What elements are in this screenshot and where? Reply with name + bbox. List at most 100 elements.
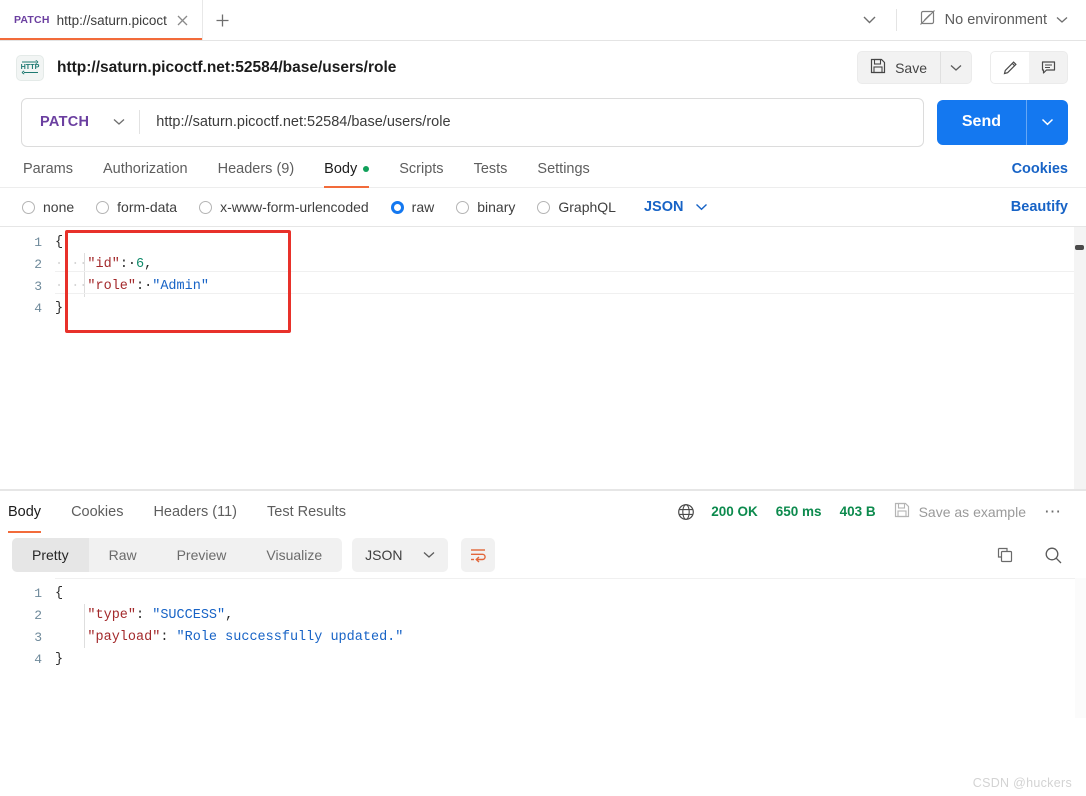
code-text: ····"role":·"Admin" [55,278,209,294]
response-time: 650 ms [775,504,822,519]
radio-button[interactable] [96,200,110,214]
request-tab-headers-9[interactable]: Headers (9) [203,150,310,188]
body-type-option-label: x-www-form-urlencoded [220,199,369,215]
body-modified-indicator [363,165,370,172]
editor-scrollbar-thumb[interactable] [1075,245,1084,250]
chevron-down-icon[interactable] [1056,11,1068,29]
word-wrap-icon[interactable] [460,538,495,572]
watermark: CSDN @huckers [972,776,1072,790]
request-body-code[interactable]: 1{2 ····"id":·6, 3 ····"role":·"Admin" 4} [0,227,1086,319]
response-view-mode-raw[interactable]: Raw [89,538,157,572]
comment-icon[interactable] [1029,52,1067,83]
save-as-example-label: Save as example [918,503,1026,520]
globe-icon[interactable] [677,503,695,521]
code-line[interactable]: 4} [0,648,1086,670]
radio-button[interactable] [22,200,35,214]
save-button[interactable]: Save [858,52,940,83]
line-separator [55,271,1086,272]
url-input[interactable]: http://saturn.picoctf.net:52584/base/use… [140,114,923,130]
request-title-row: HTTP http://saturn.picoctf.net:52584/bas… [0,41,1086,94]
body-type-option-form-data[interactable]: form-data [96,199,177,215]
chevron-down-icon[interactable] [423,546,435,564]
editor-scrollbar-track[interactable] [1074,227,1086,489]
request-body-editor[interactable]: 1{2 ····"id":·6, 3 ····"role":·"Admin" 4} [0,226,1086,490]
response-format-select[interactable]: JSON [352,538,448,572]
response-size: 403 B [839,504,876,519]
environment-selector[interactable]: No environment [897,0,1086,40]
chevron-down-icon[interactable] [1027,100,1068,145]
code-line[interactable]: 2 "type": "SUCCESS", [0,604,1086,626]
request-tab-settings[interactable]: Settings [522,150,604,188]
http-method-select[interactable]: PATCH [22,113,139,131]
page-title: http://saturn.picoctf.net:52584/base/use… [57,58,397,76]
request-tab-label: Params [23,160,73,177]
response-body-code[interactable]: 1{2 "type": "SUCCESS", 3 "payload": "Role… [0,578,1086,670]
code-line[interactable]: 1{ [0,582,1086,604]
radio-button[interactable] [456,200,470,214]
response-section-bar: Body Cookies Headers (11) Test Results 200 … [0,490,1086,533]
beautify-button[interactable]: Beautify [1011,199,1068,215]
response-view-mode-pretty[interactable]: Pretty [12,538,89,572]
body-format-select[interactable]: JSON [644,198,709,216]
code-text: "type": "SUCCESS", [87,607,234,623]
chevron-down-icon[interactable] [844,0,896,40]
body-type-option-binary[interactable]: binary [456,199,515,215]
code-line[interactable]: 1{ [0,231,1086,253]
pencil-icon[interactable] [991,52,1029,83]
body-type-radio-group: none form-data x-www-form-urlencoded raw bin… [22,199,638,215]
tab-bar-spacer [243,0,844,40]
search-icon[interactable] [1036,538,1070,572]
body-type-option-none[interactable]: none [22,199,74,215]
url-field-group: PATCH http://saturn.picoctf.net:52584/ba… [21,97,924,147]
response-tab-test-results[interactable]: Test Results [252,491,361,533]
response-tab-cookies[interactable]: Cookies [56,491,138,533]
chevron-down-icon[interactable] [695,198,708,216]
request-tab-label: Body [324,160,358,177]
radio-button[interactable] [537,200,551,214]
chevron-down-icon[interactable] [941,52,971,83]
no-environment-icon [919,9,936,31]
chevron-down-icon[interactable] [113,113,125,131]
request-tab-label: Headers (9) [217,160,295,177]
request-tab-label: Tests [473,160,508,177]
request-tab-bar: PATCH http://saturn.picoct No environmen… [0,0,1086,41]
code-line[interactable]: 4} [0,297,1086,319]
url-row: PATCH http://saturn.picoctf.net:52584/ba… [0,94,1086,150]
request-tab-tests[interactable]: Tests [459,150,523,188]
line-number: 4 [34,300,42,316]
request-tab-params[interactable]: Params [18,150,88,188]
response-tabs: Body Cookies Headers (11) Test Results [0,491,361,533]
radio-button[interactable] [390,200,404,214]
body-type-option-raw[interactable]: raw [390,199,434,215]
response-tab-headers-11[interactable]: Headers (11) [138,491,252,533]
request-tab-authorization[interactable]: Authorization [88,150,203,188]
plus-icon[interactable] [203,0,243,40]
response-tab-body[interactable]: Body [0,491,56,533]
close-icon[interactable] [174,11,192,29]
body-type-option-graphql[interactable]: GraphQL [537,199,616,215]
body-type-option-x-www-form-urlencoded[interactable]: x-www-form-urlencoded [199,199,369,215]
save-as-example-button[interactable]: Save as example [894,502,1026,521]
cookies-link[interactable]: Cookies [1012,161,1068,177]
response-view-mode-visualize[interactable]: Visualize [246,538,342,572]
indent-guide [84,604,85,648]
indent-guide [84,253,85,297]
radio-button[interactable] [199,200,213,214]
request-tab-label: Settings [537,160,590,177]
editor-scrollbar-track[interactable] [1075,578,1086,718]
code-text: { [55,585,64,601]
response-format-label: JSON [365,547,403,563]
request-tab-scripts[interactable]: Scripts [384,150,458,188]
send-button-group: Send [936,99,1068,145]
response-body-editor[interactable]: 1{2 "type": "SUCCESS", 3 "payload": "Role… [0,578,1086,718]
request-tab-title: http://saturn.picoct [56,12,167,28]
request-tab[interactable]: PATCH http://saturn.picoct [0,0,203,40]
send-button[interactable]: Send [937,100,1026,145]
body-type-option-label: binary [477,199,516,215]
more-horizontal-icon[interactable]: ⋯ [1036,502,1070,522]
line-number: 3 [34,278,42,294]
response-view-mode-preview[interactable]: Preview [157,538,247,572]
request-tab-body[interactable]: Body [309,150,384,188]
copy-icon[interactable] [988,538,1022,572]
code-line[interactable]: 3 "payload": "Role successfully updated.… [0,626,1086,648]
